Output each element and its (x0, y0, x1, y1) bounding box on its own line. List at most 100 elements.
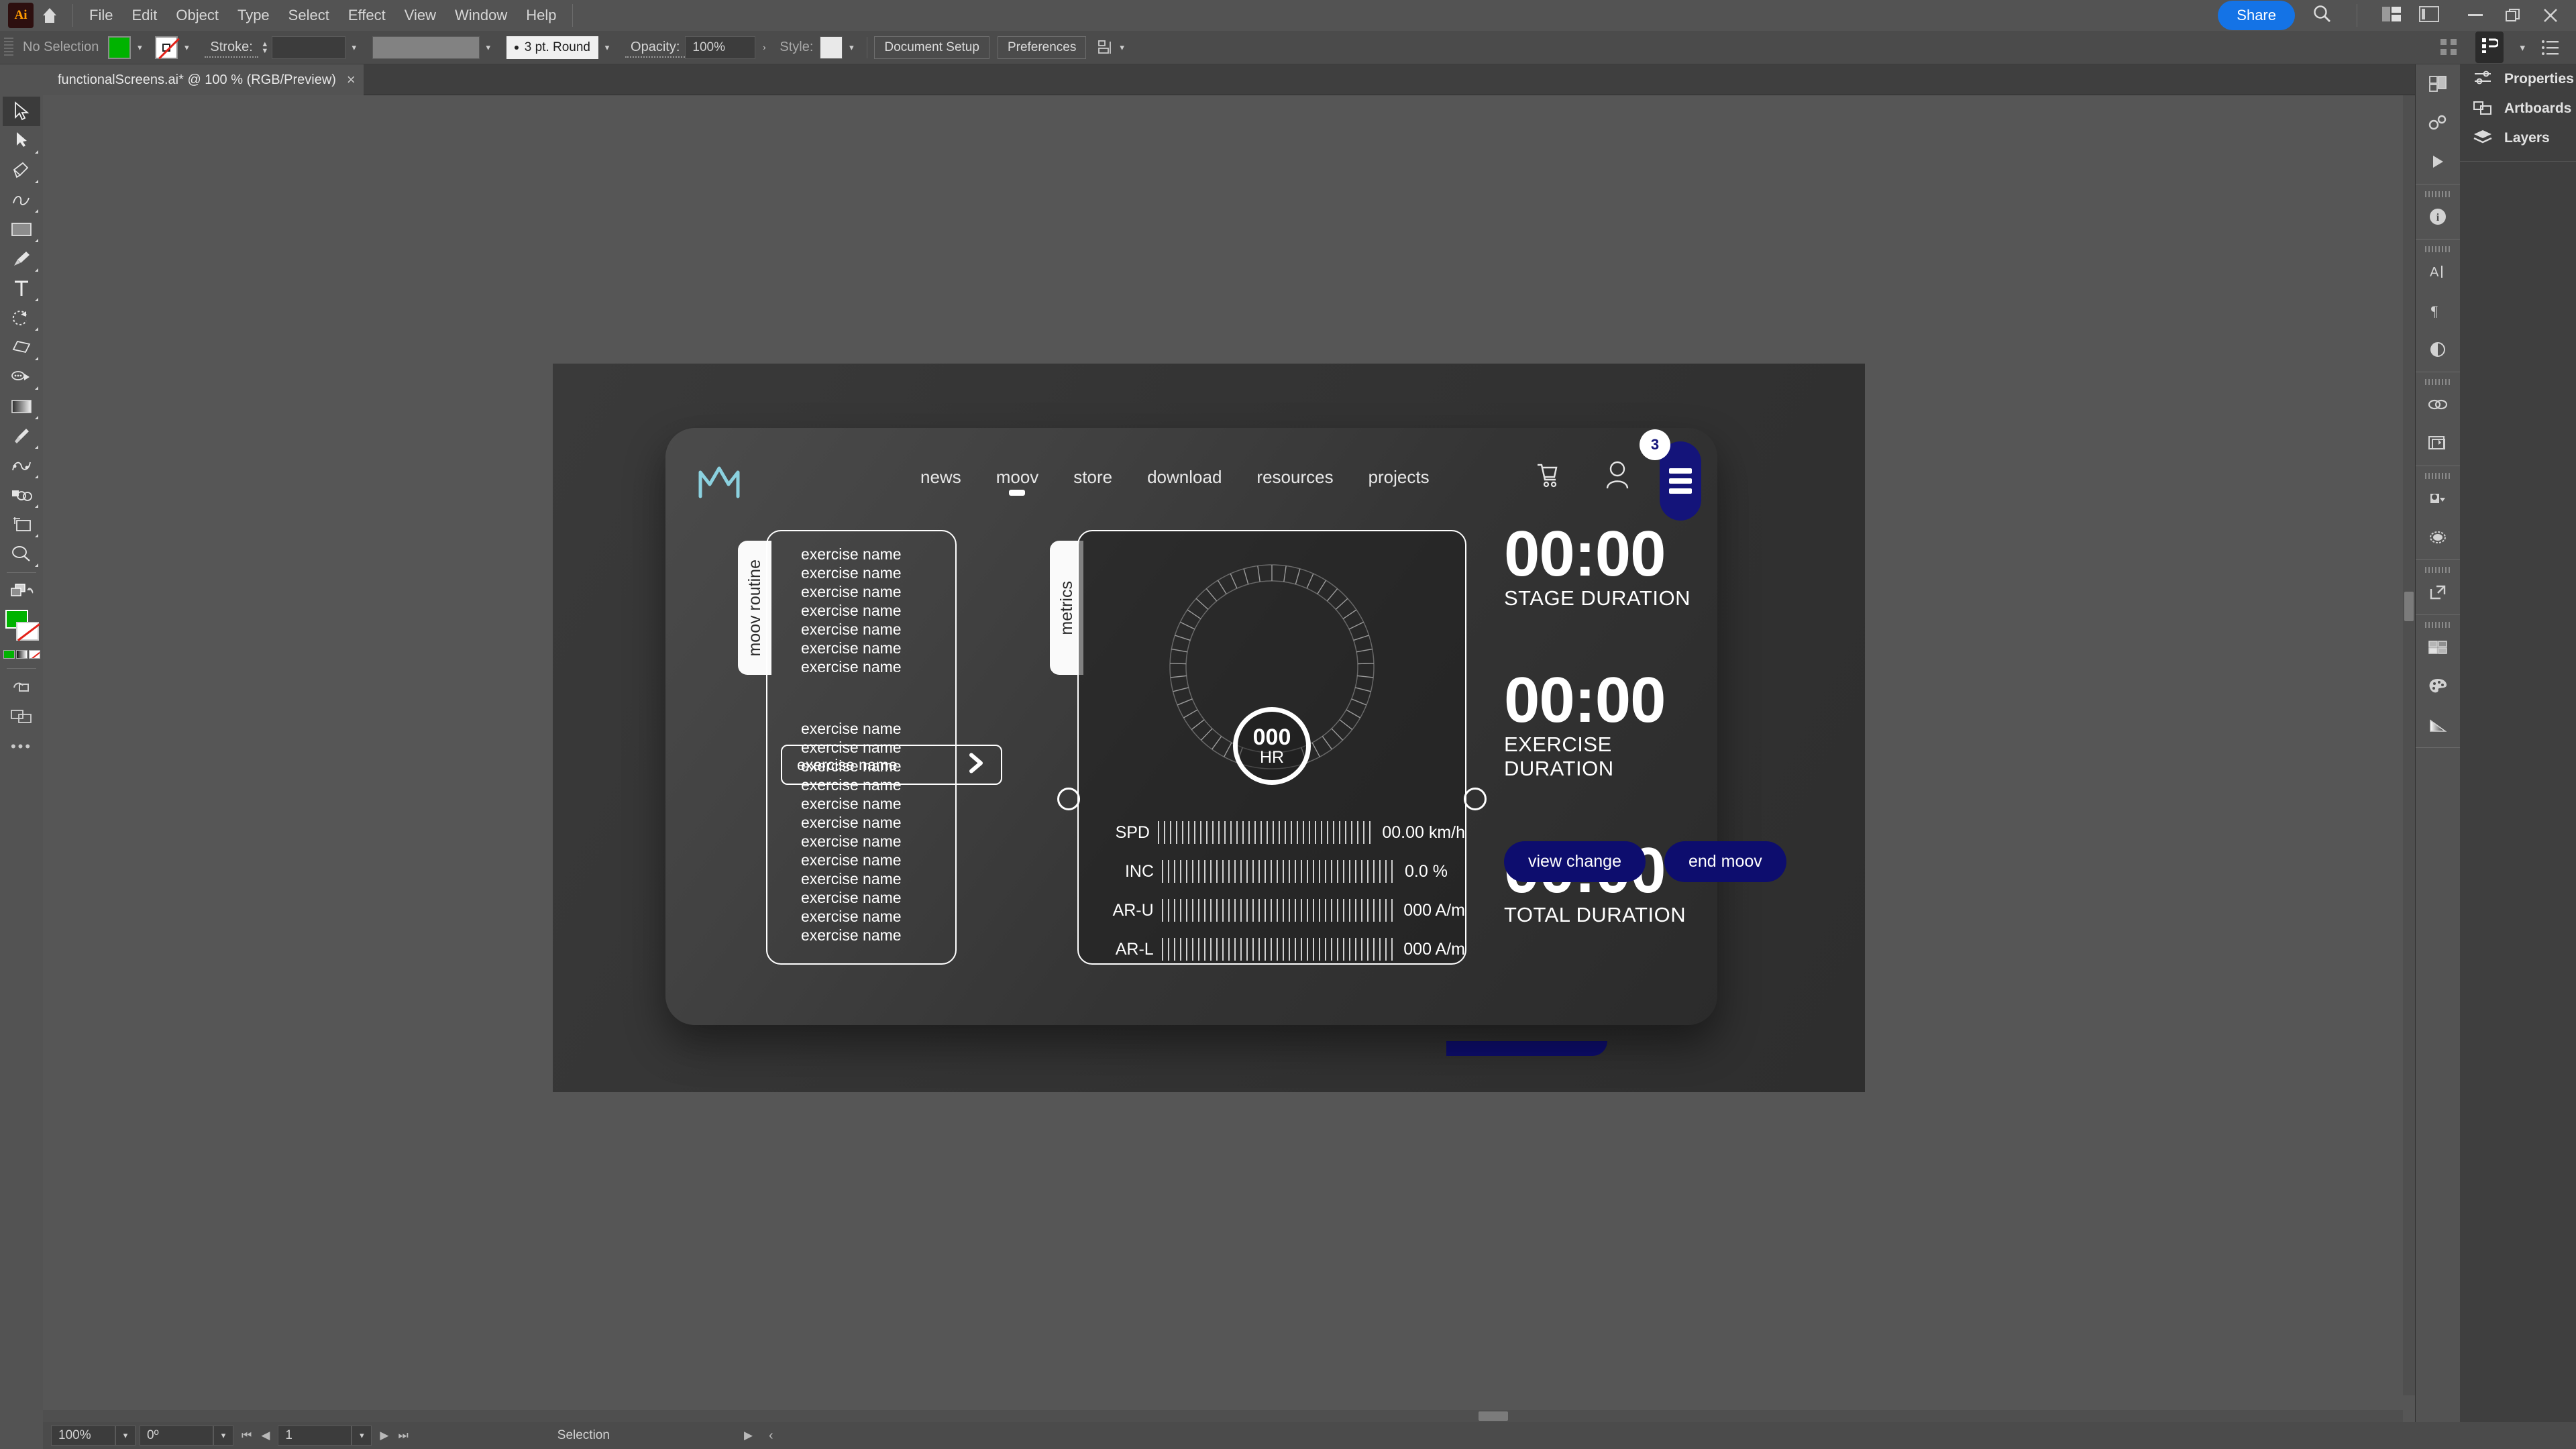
menu-item-type[interactable]: Type (228, 3, 279, 28)
window-minimize-button[interactable] (2457, 0, 2494, 31)
opacity-label[interactable]: Opacity: (625, 38, 686, 58)
search-icon[interactable] (2312, 4, 2332, 28)
image-trace-icon[interactable] (2416, 479, 2460, 518)
gradient-swatch-icon[interactable] (15, 650, 28, 659)
list-item[interactable]: exercise name (801, 832, 922, 851)
stroke-weight-dropdown-icon[interactable]: ▾ (345, 36, 363, 59)
list-item[interactable]: exercise name (801, 620, 922, 639)
menu-item-effect[interactable]: Effect (339, 3, 395, 28)
nav-item-moov[interactable]: moov (996, 467, 1039, 496)
asset-export-icon[interactable] (2416, 424, 2460, 463)
first-artboard-icon[interactable]: ⏮ (241, 1429, 252, 1442)
variable-width-dropdown-icon[interactable]: ▾ (479, 36, 497, 59)
transparency-icon[interactable] (2416, 518, 2460, 557)
align-dropdown-icon[interactable]: ▾ (1120, 42, 1124, 53)
list-item[interactable]: exercise name (801, 639, 922, 657)
eyedropper-tool[interactable] (3, 421, 40, 451)
screen-mode-icon[interactable] (3, 702, 40, 731)
list-item[interactable]: exercise name (801, 657, 922, 676)
info-icon[interactable]: i (2416, 197, 2460, 236)
list-item[interactable]: exercise name (801, 601, 922, 620)
document-setup-button[interactable]: Document Setup (874, 36, 989, 59)
arrange-documents-icon[interactable] (2381, 6, 2402, 25)
rectangle-tool[interactable] (3, 215, 40, 244)
brush-definition-dropdown-icon[interactable]: ▾ (598, 36, 616, 59)
gradient-icon[interactable] (2416, 706, 2460, 745)
rotation-dropdown-icon[interactable]: ▾ (213, 1426, 233, 1446)
artboard[interactable]: news moov store download resources proje… (553, 364, 1865, 1092)
horizontal-scrollbar[interactable] (43, 1410, 2403, 1422)
drawing-mode-icon[interactable] (3, 672, 40, 702)
rail-grip[interactable] (2425, 191, 2451, 197)
list-item[interactable]: exercise name (801, 888, 922, 907)
vertical-scrollbar-thumb[interactable] (2404, 592, 2414, 621)
rail-grip-4[interactable] (2425, 473, 2451, 479)
play-icon[interactable] (2416, 142, 2460, 181)
nav-item-news[interactable]: news (920, 467, 961, 496)
actions-icon[interactable] (2416, 103, 2460, 142)
stroke-weight-field[interactable] (271, 36, 345, 59)
list-item[interactable]: exercise name (801, 813, 922, 832)
swatches-icon[interactable] (2416, 628, 2460, 667)
last-artboard-icon[interactable]: ⏭ (398, 1429, 408, 1442)
dial-handle-left[interactable] (1057, 788, 1080, 810)
opacity-icon[interactable] (2416, 330, 2460, 369)
color-swatch-icon[interactable] (3, 650, 15, 659)
links-icon[interactable] (2416, 385, 2460, 424)
view-change-button[interactable]: view change (1504, 841, 1646, 882)
opacity-options-icon[interactable]: › (755, 36, 773, 59)
control-bar-grip[interactable] (4, 37, 13, 58)
moov-logo-icon[interactable] (696, 463, 742, 500)
app-mockup-card[interactable]: news moov store download resources proje… (665, 428, 1786, 1025)
list-item[interactable]: exercise name (801, 926, 922, 945)
menu-item-select[interactable]: Select (279, 3, 339, 28)
home-icon[interactable] (34, 0, 66, 31)
end-moov-button[interactable]: end moov (1664, 841, 1786, 882)
menu-item-file[interactable]: File (80, 3, 122, 28)
brush-definition-field[interactable]: 3 pt. Round (506, 36, 599, 59)
status-menu-icon[interactable]: ▶ (744, 1429, 753, 1442)
zoom-dropdown-icon[interactable]: ▾ (115, 1426, 136, 1446)
stroke-label[interactable]: Stroke: (205, 38, 258, 58)
more-tools-icon[interactable]: ••• (11, 738, 32, 755)
rotate-tool[interactable] (3, 303, 40, 333)
align-options-group[interactable]: ▾ (1097, 39, 1124, 56)
character-icon[interactable]: A (2416, 252, 2460, 291)
list-item[interactable]: exercise name (801, 794, 922, 813)
horizontal-scrollbar-thumb[interactable] (1479, 1411, 1508, 1421)
menu-item-object[interactable]: Object (166, 3, 228, 28)
shape-builder-tool[interactable] (3, 333, 40, 362)
menu-item-window[interactable]: Window (445, 3, 517, 28)
menu-item-edit[interactable]: Edit (122, 3, 166, 28)
list-item[interactable]: exercise name (801, 582, 922, 601)
nav-item-download[interactable]: download (1147, 467, 1222, 496)
artboard-tool[interactable] (3, 510, 40, 539)
direct-selection-tool[interactable] (3, 126, 40, 156)
chevron-right-icon[interactable] (966, 752, 986, 778)
menu-item-view[interactable]: View (395, 3, 445, 28)
list-item[interactable]: exercise name (801, 869, 922, 888)
type-tool[interactable] (3, 274, 40, 303)
dial-handle-right[interactable] (1464, 788, 1487, 810)
window-close-button[interactable] (2532, 0, 2569, 31)
menu-item-help[interactable]: Help (517, 3, 566, 28)
rail-grip-5[interactable] (2425, 567, 2451, 573)
workspace-switcher-icon[interactable] (2419, 5, 2439, 25)
share-button[interactable]: Share (2218, 1, 2295, 30)
user-account-icon[interactable] (1605, 460, 1630, 493)
nav-item-projects[interactable]: projects (1368, 467, 1430, 496)
fill-color-swatch[interactable] (108, 36, 131, 59)
paragraph-icon[interactable]: ¶ (2416, 291, 2460, 330)
fill-swatch-group[interactable]: ▾ (108, 36, 149, 59)
nav-item-store[interactable]: store (1073, 467, 1112, 496)
selection-tool[interactable] (3, 97, 40, 126)
list-item[interactable]: exercise name (801, 719, 922, 738)
panel-dropdown-icon[interactable]: ▾ (2520, 42, 2525, 54)
stroke-dropdown-icon[interactable]: ▾ (178, 36, 196, 59)
next-artboard-icon[interactable]: ▶ (380, 1429, 388, 1442)
panel-item-layers[interactable]: Layers (2460, 123, 2576, 153)
paintbrush-tool[interactable] (3, 244, 40, 274)
variable-width-profile-field[interactable] (372, 36, 480, 59)
blend-tool[interactable] (3, 451, 40, 480)
pen-tool[interactable] (3, 156, 40, 185)
